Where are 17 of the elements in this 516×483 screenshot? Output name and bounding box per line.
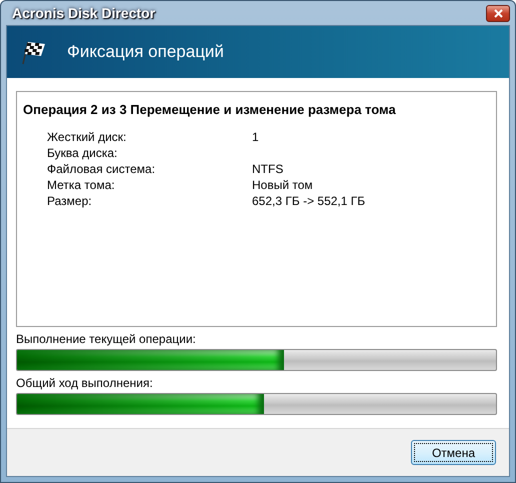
operation-title: Операция 2 из 3 Перемещение и изменение размера тома [23, 102, 397, 117]
header-title: Фиксация операций [67, 42, 224, 62]
field-value: 652,3 ГБ -> 552,1 ГБ [252, 194, 366, 208]
field-label: Жесткий диск: [47, 130, 128, 144]
window-title: Acronis Disk Director [11, 5, 156, 21]
field-label: Метка тома: [47, 178, 116, 192]
field-value: NTFS [252, 162, 284, 176]
field-label: Размер: [47, 194, 93, 208]
close-button[interactable] [486, 4, 510, 22]
close-icon [494, 8, 502, 18]
field-label: Буква диска: [47, 146, 118, 160]
field-value: 1 [252, 130, 260, 144]
cancel-button[interactable]: Отмена [411, 440, 496, 465]
field-value: Новый том [252, 178, 314, 192]
progress-label: Выполнение текущей операции: [16, 332, 197, 346]
progress-label: Общий ход выполнения: [16, 376, 154, 390]
field-label: Файловая система: [47, 162, 156, 176]
